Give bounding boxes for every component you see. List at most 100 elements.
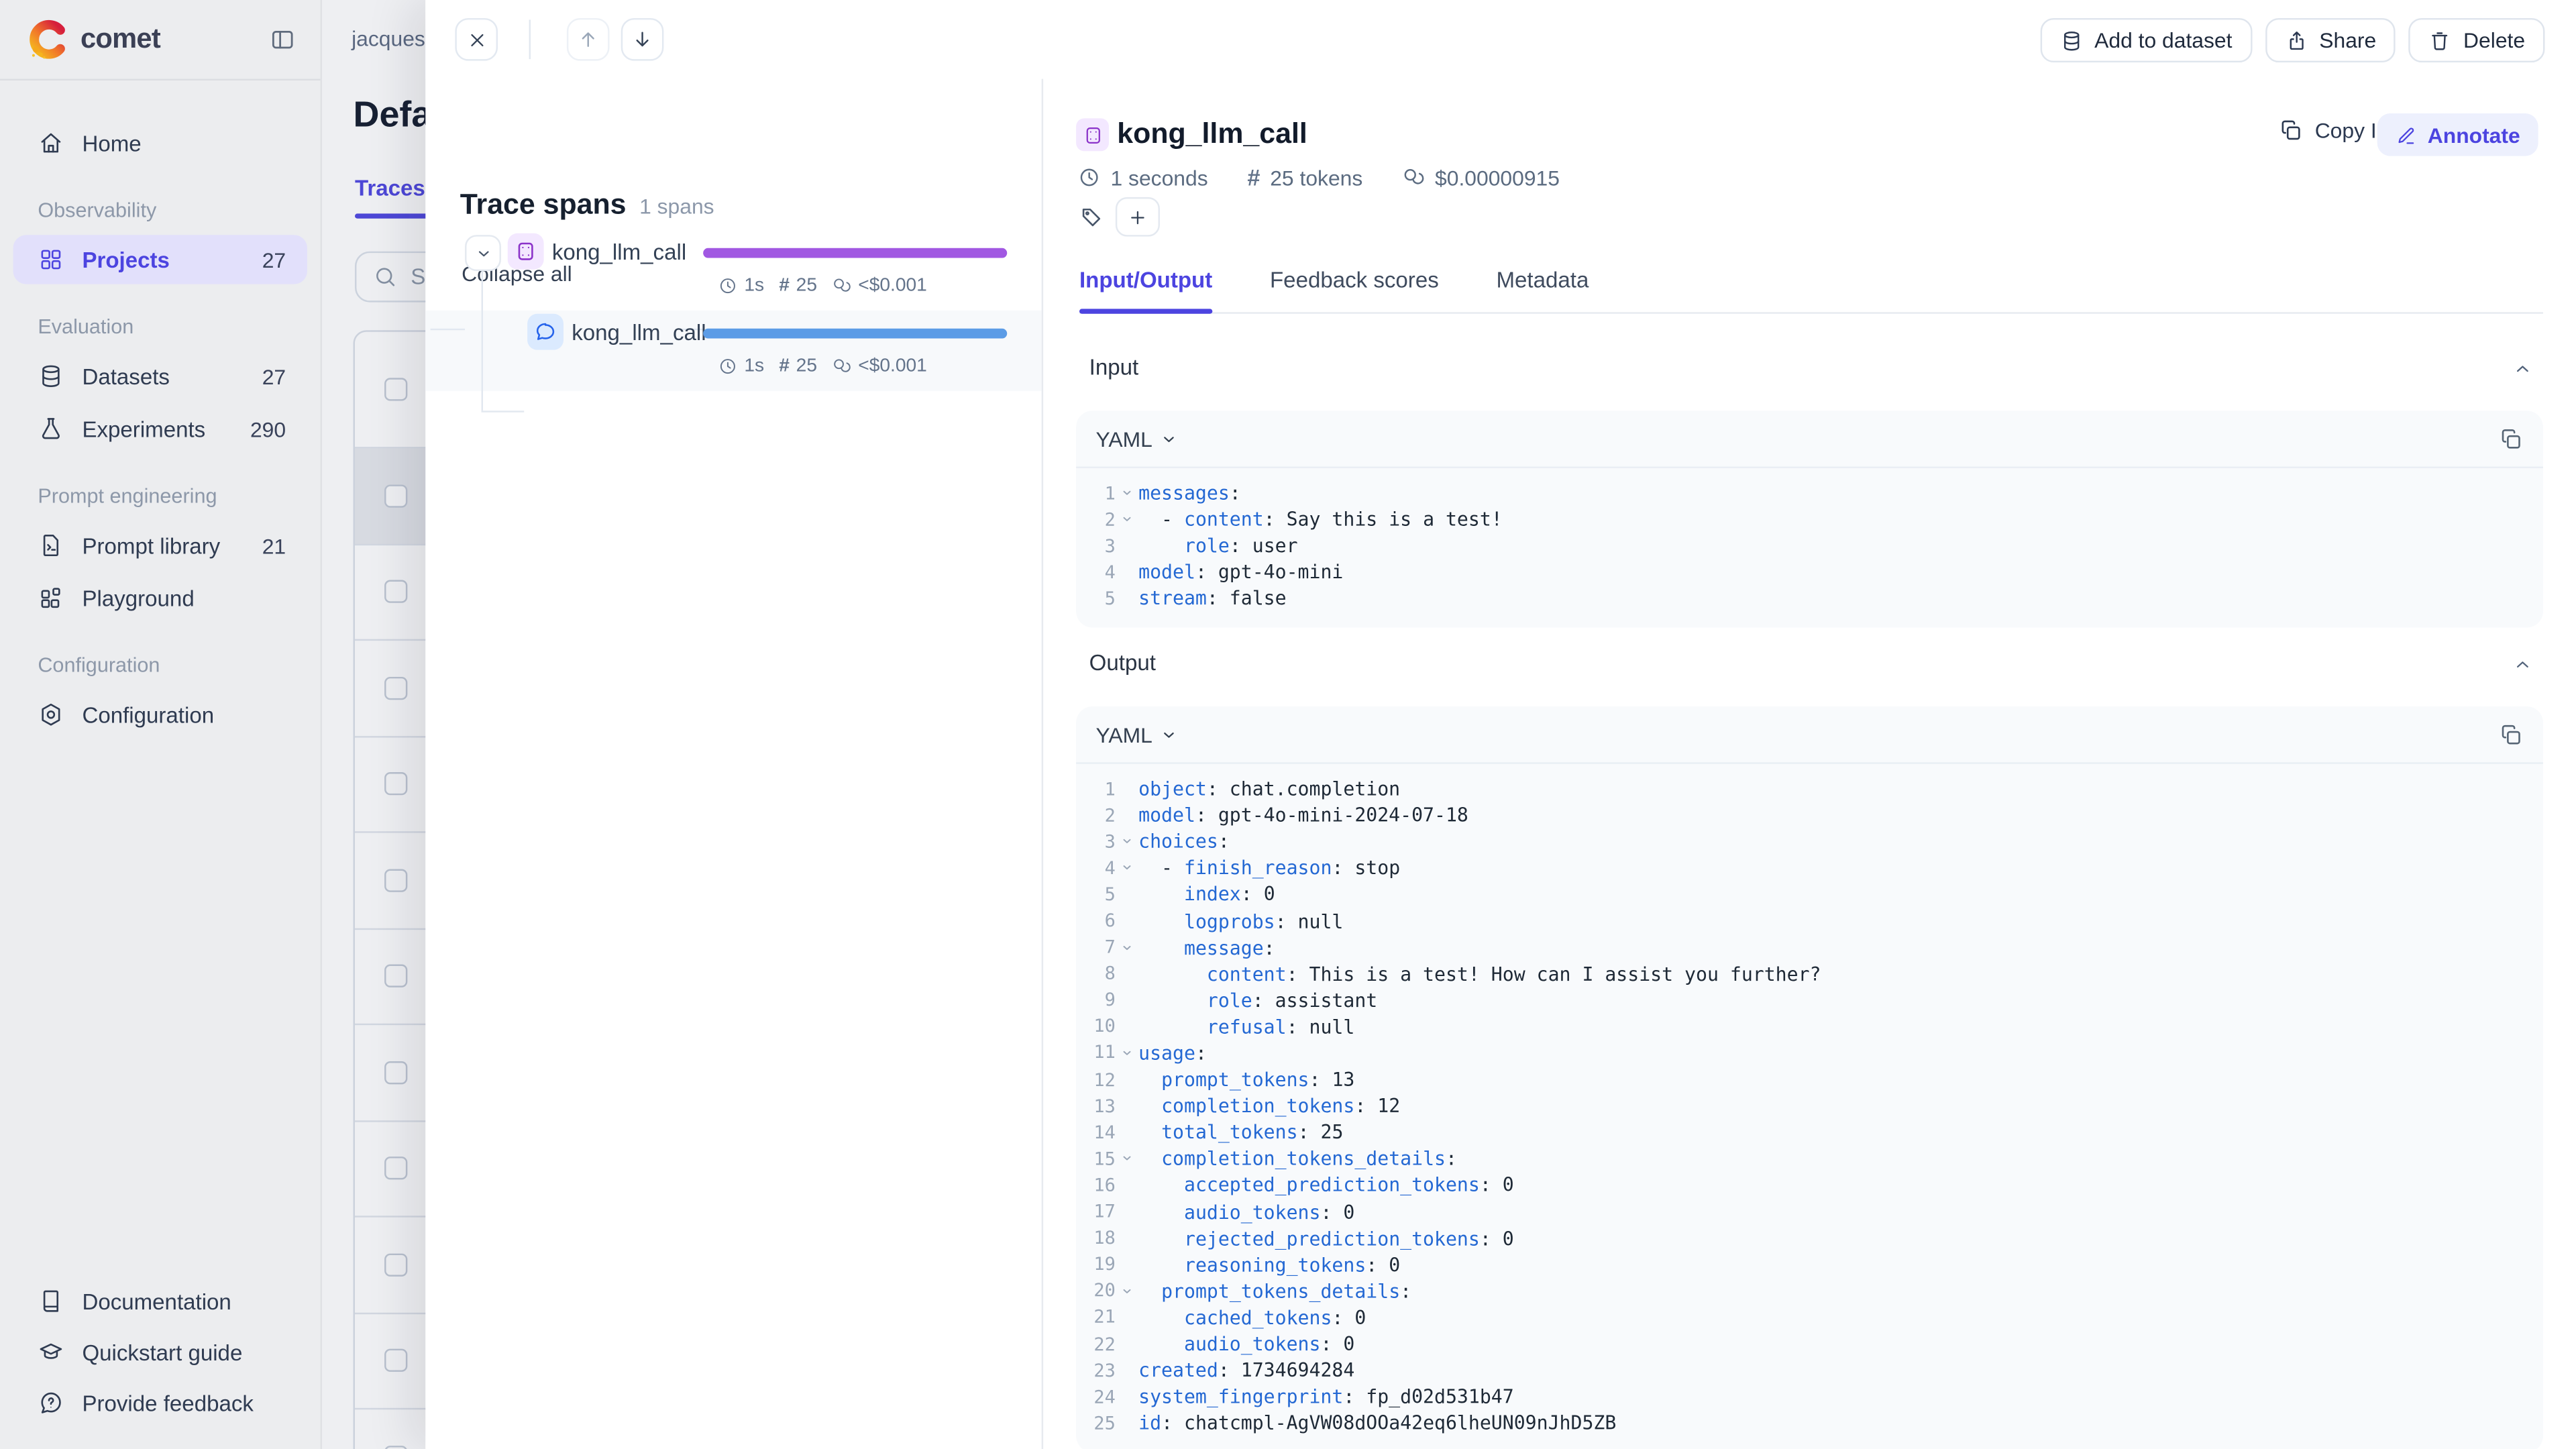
span-row-name[interactable]: kong_llm_call: [552, 240, 686, 265]
toolbar-divider: [529, 19, 531, 60]
span-duration-bar[interactable]: [703, 247, 1008, 258]
code-line: 10 refusal: null: [1093, 1015, 1355, 1038]
trace-detail-overlay: Add to dataset Share Delete Trace spans 1 …: [425, 0, 2576, 1449]
tab-feedback-scores[interactable]: Feedback scores: [1270, 268, 1439, 312]
chevron-down-icon: [1123, 865, 1131, 870]
sidebar-item-quickstart-guide[interactable]: Quickstart guide: [13, 1328, 307, 1377]
code-line: 19 reasoning_tokens: 0: [1093, 1252, 1401, 1277]
prev-trace-button[interactable]: [566, 17, 610, 61]
span-row-stats: 1s #25 <$0.001: [718, 356, 927, 376]
code-line: 14 total_tokens: 25: [1093, 1120, 1344, 1144]
spans-count: 1 spans: [639, 193, 714, 219]
sidebar-item-configuration[interactable]: Configuration: [13, 690, 307, 739]
close-icon: [470, 33, 483, 46]
span-row-type-icon: [527, 313, 564, 350]
span-duration-bar[interactable]: [703, 327, 1008, 338]
fold-chevron-icon[interactable]: [1116, 1285, 1138, 1298]
playground-icon: [41, 588, 60, 608]
sidebar-item-playground[interactable]: Playground: [13, 574, 307, 623]
fold-chevron-icon[interactable]: [1116, 835, 1138, 849]
span-stats: 1 seconds # 25 tokens $0.00000915: [1078, 164, 1560, 191]
tab-input-output[interactable]: Input/Output: [1079, 268, 1212, 314]
next-trace-button[interactable]: [621, 17, 664, 61]
tab-metadata[interactable]: Metadata: [1496, 268, 1589, 312]
clock-icon: [720, 278, 735, 294]
code-line: 13 completion_tokens: 12: [1093, 1094, 1401, 1118]
expand-span-button[interactable]: [465, 235, 501, 272]
code-line: 22 audio_tokens: 0: [1093, 1332, 1355, 1356]
code-line: 12 prompt_tokens: 13: [1093, 1068, 1355, 1091]
hash-icon: #: [1247, 164, 1260, 191]
code-line: 7 message:: [1104, 935, 1275, 959]
copy-code-button[interactable]: [2499, 722, 2524, 747]
code-body: 1 messages: 2 - content: Say this is a t…: [1076, 468, 2543, 629]
coins-icon: [1405, 168, 1425, 184]
fold-chevron-icon[interactable]: [1116, 861, 1138, 875]
fold-chevron-icon[interactable]: [1116, 1046, 1138, 1060]
code-line: 5 stream: false: [1104, 587, 1287, 610]
copy-id-button[interactable]: Copy ID: [2279, 118, 2392, 143]
fold-chevron-icon[interactable]: [1116, 941, 1138, 954]
chevron-down-icon: [478, 250, 488, 256]
span-title: kong_llm_call: [1117, 116, 1307, 150]
comet-mark-icon: [30, 19, 65, 59]
home-icon: [41, 133, 61, 153]
span-row-name[interactable]: kong_llm_call: [572, 321, 706, 345]
sidebar-collapse-button[interactable]: [270, 26, 296, 52]
code-line: 4 - finish_reason: stop: [1104, 856, 1401, 880]
sidebar-item-experiments[interactable]: Experiments 290: [13, 404, 307, 453]
format-select[interactable]: YAML: [1095, 427, 1179, 451]
copy-icon: [2282, 120, 2300, 140]
fold-chevron-icon[interactable]: [1116, 486, 1138, 500]
sidebar-item-prompt-library[interactable]: Prompt library 21: [13, 521, 307, 570]
fold-chevron-icon[interactable]: [1116, 1152, 1138, 1166]
code-line: 8 content: This is a test! How can I ass…: [1104, 962, 1821, 985]
code-line: 6 logprobs: null: [1104, 909, 1344, 932]
copy-code-button[interactable]: [2499, 427, 2524, 451]
sidebar-item-documentation[interactable]: Documentation: [13, 1277, 307, 1326]
chevron-down-icon: [1165, 731, 1175, 737]
clock-icon: [1078, 166, 1101, 189]
graduation-cap-icon: [40, 1343, 62, 1359]
pen-icon: [2395, 124, 2416, 146]
output-collapse-chevron-icon[interactable]: [2512, 654, 2533, 676]
close-button[interactable]: [455, 17, 498, 61]
input-collapse-chevron-icon[interactable]: [2512, 358, 2533, 380]
overlay-toolbar: Add to dataset Share Delete: [425, 0, 2576, 79]
sidebar-section-label: Prompt engineering: [38, 484, 217, 508]
detail-tabs: Input/Output Feedback scores Metadata: [1079, 268, 2544, 314]
panel-icon: [272, 30, 293, 49]
input-code-card: YAML 1 messages: 2 - content: Say this i…: [1076, 411, 2544, 629]
chevron-up-icon: [2516, 661, 2528, 668]
trace-spans-panel: Trace spans 1 spans Collapse all kong_ll…: [425, 79, 1042, 1449]
annotate-button[interactable]: Annotate: [2376, 113, 2538, 156]
sidebar-item-home[interactable]: Home: [13, 118, 307, 167]
add-to-dataset-button[interactable]: Add to dataset: [2040, 17, 2252, 63]
delete-button[interactable]: Delete: [2409, 17, 2545, 63]
code-line: 1 object: chat.completion: [1104, 777, 1401, 800]
help-chat-icon: [41, 1392, 61, 1413]
code-line: 9 role: assistant: [1104, 988, 1378, 1012]
comet-logo[interactable]: comet: [26, 18, 161, 61]
sidebar-item-projects[interactable]: Projects 27: [13, 235, 307, 284]
app-window: comet Home Observability Projects 27 Eval…: [0, 0, 2576, 1449]
format-select[interactable]: YAML: [1095, 722, 1179, 747]
llm-box-icon: [1085, 126, 1099, 143]
fold-chevron-icon[interactable]: [1116, 513, 1138, 526]
add-tag-button[interactable]: [1115, 197, 1160, 237]
code-line: 3 choices:: [1104, 830, 1230, 853]
chevron-down-icon: [1123, 1157, 1131, 1161]
share-button[interactable]: Share: [2265, 17, 2396, 63]
code-line: 17 audio_tokens: 0: [1093, 1200, 1355, 1224]
share-icon: [2289, 30, 2304, 49]
sidebar-item-datasets[interactable]: Datasets 27: [13, 352, 307, 400]
sidebar-logo-row: comet: [0, 0, 321, 81]
llm-box-icon: [518, 242, 533, 260]
code-line: 25 id: chatcmpl-AgVW08dOOa42eq6lheUN09nJ…: [1093, 1411, 1617, 1435]
coins-icon: [835, 278, 851, 292]
sidebar-item-provide-feedback[interactable]: Provide feedback: [13, 1379, 307, 1428]
config-hex-icon: [42, 703, 60, 726]
code-line: 2 model: gpt-4o-mini-2024-07-18: [1104, 803, 1468, 827]
span-row-highlight[interactable]: [425, 310, 1042, 391]
sidebar-section-label: Observability: [38, 199, 157, 222]
